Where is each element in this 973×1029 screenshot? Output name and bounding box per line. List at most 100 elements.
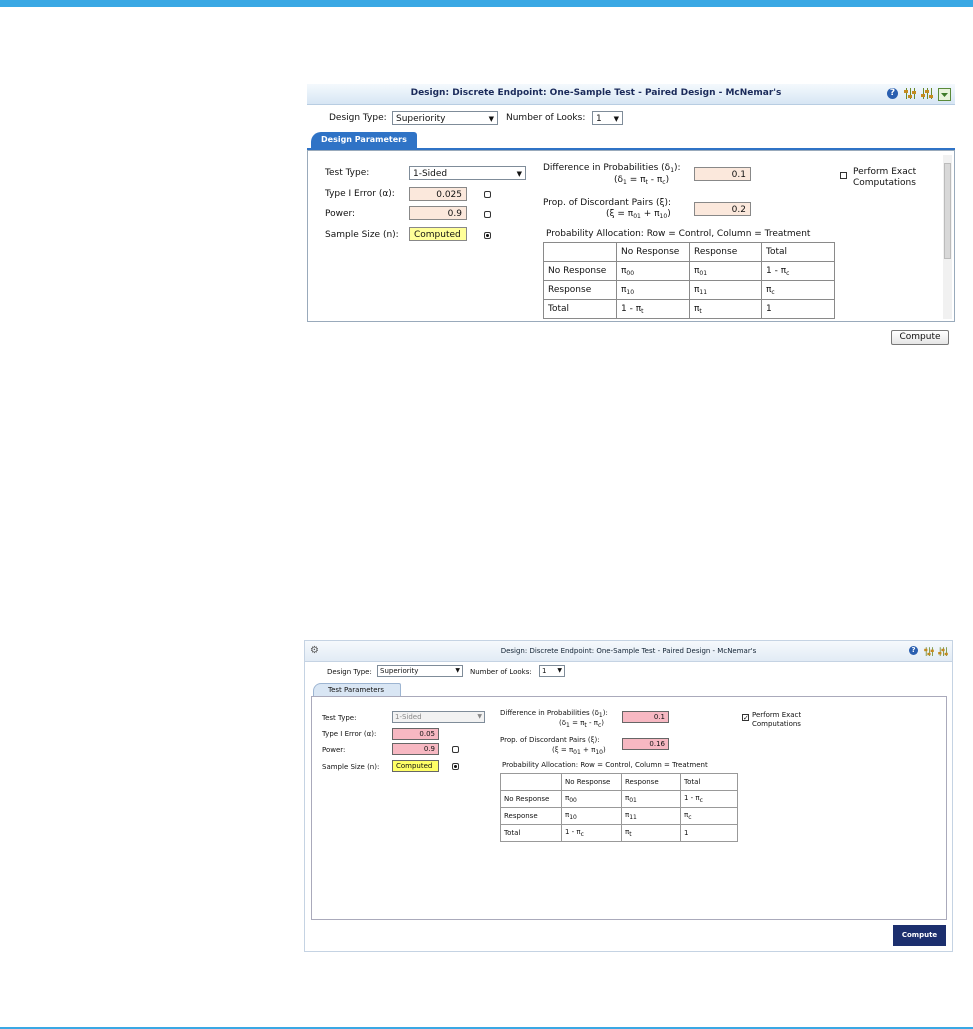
difference-probabilities-input[interactable]: 0.1 [694, 167, 751, 181]
download-icon[interactable] [938, 88, 951, 101]
sample-size-input[interactable]: Computed [392, 760, 439, 772]
difference-formula: (δ1 = πt - πc) [559, 719, 604, 729]
power-input[interactable]: 0.9 [409, 206, 467, 220]
design-parameters-body: Test Type: 1-Sided ▼ Type I Error (α): 0… [307, 150, 955, 322]
discordant-pairs-input[interactable]: 0.2 [694, 202, 751, 216]
perform-exact-checkbox[interactable]: ✓ [742, 714, 749, 722]
cell-text: 1 - π [621, 303, 642, 314]
table-cell: π11 [689, 280, 762, 300]
difference-label-end: ): [674, 163, 681, 173]
number-of-looks-select[interactable]: 1 ▼ [592, 111, 623, 125]
cell-subscript: c [688, 814, 692, 821]
compute-button[interactable]: Compute [893, 925, 946, 946]
formula-text: ) [601, 719, 604, 727]
test-type-select[interactable]: 1-Sided ▼ [409, 166, 526, 180]
chevron-down-icon: ▼ [557, 667, 562, 674]
design-type-label: Design Type: [327, 668, 372, 676]
cell-subscript: c [786, 269, 790, 277]
table-cell: πc [680, 807, 738, 825]
table-cell: π01 [621, 790, 681, 808]
design-panel-main: Design: Discrete Endpoint: One-Sample Te… [307, 84, 955, 346]
sample-size-radio[interactable] [484, 232, 491, 239]
design-type-value: Superiority [396, 114, 446, 124]
design-type-select[interactable]: Superiority ▼ [377, 665, 463, 677]
table-cell: 1 - πc [561, 824, 622, 842]
number-of-looks-label: Number of Looks: [506, 113, 586, 123]
row-label: No Response [543, 261, 617, 281]
type-i-error-input[interactable]: 0.05 [392, 728, 439, 740]
chevron-down-icon: ▼ [516, 170, 522, 178]
design-panel-secondary: ⚙ Design: Discrete Endpoint: One-Sample … [304, 640, 953, 952]
number-of-looks-select[interactable]: 1 ▼ [539, 665, 565, 677]
help-icon[interactable]: ? [887, 88, 898, 99]
power-label: Power: [325, 209, 356, 219]
difference-formula: (δ1 = πt - πc) [614, 175, 669, 186]
power-input[interactable]: 0.9 [392, 743, 439, 755]
formula-text: ) [665, 175, 670, 185]
perform-exact-label-line: Computations [853, 178, 916, 188]
top-accent-bar [0, 0, 973, 7]
test-type-label: Test Type: [325, 168, 370, 178]
sample-size-input[interactable]: Computed [409, 227, 467, 241]
row-label: Response [543, 280, 617, 300]
cell-subscript: c [580, 831, 584, 838]
sample-size-radio[interactable] [452, 763, 459, 770]
table-header-cell: No Response [561, 773, 622, 791]
tab-test-parameters[interactable]: Test Parameters [313, 683, 401, 696]
sliders-icon[interactable] [924, 647, 934, 657]
test-type-select[interactable]: 1-Sided ▼ [392, 711, 485, 723]
design-type-select[interactable]: Superiority ▼ [392, 111, 498, 125]
design-type-value: Superiority [380, 667, 419, 675]
table-cell: πc [761, 280, 835, 300]
test-parameters-body: Test Type: 1-Sided ▼ Type I Error (α): 0… [311, 696, 947, 920]
probability-allocation-table: No Response Response Total No Response π… [543, 242, 835, 319]
panel-titlebar: Design: Discrete Endpoint: One-Sample Te… [307, 84, 955, 105]
formula-text: (ξ = π [552, 746, 574, 754]
compute-button[interactable]: Compute [891, 330, 949, 345]
type-i-error-radio[interactable] [484, 191, 491, 198]
difference-probabilities-text: Difference in Probabilities (δ [543, 163, 671, 173]
difference-probabilities-input[interactable]: 0.1 [622, 711, 669, 723]
row-label: Total [543, 299, 617, 319]
type-i-error-input[interactable]: 0.025 [409, 187, 467, 201]
power-radio[interactable] [484, 211, 491, 218]
tab-design-parameters[interactable]: Design Parameters [311, 132, 417, 148]
panel-titlebar: ⚙ Design: Discrete Endpoint: One-Sample … [305, 641, 952, 662]
power-radio[interactable] [452, 746, 459, 753]
sliders-alt-icon[interactable] [938, 647, 948, 657]
power-label: Power: [322, 746, 346, 754]
table-cell: 1 - πt [616, 299, 690, 319]
table-cell: πt [621, 824, 681, 842]
table-header-row: No Response Response Total [500, 773, 738, 791]
cell-subscript: 01 [629, 797, 637, 804]
test-type-value: 1-Sided [413, 169, 448, 179]
cell-subscript: 11 [699, 288, 708, 296]
table-row: Total 1 - πc πt 1 [500, 824, 738, 842]
formula-text: (ξ = π [606, 209, 634, 219]
discordant-pairs-input[interactable]: 0.16 [622, 738, 669, 750]
sliders-alt-icon[interactable] [921, 88, 933, 100]
table-header-row: No Response Response Total [543, 242, 835, 262]
vertical-scrollbar[interactable] [943, 155, 952, 319]
cell-subscript: 00 [626, 269, 635, 277]
cell-text: 1 - π [565, 828, 581, 836]
cell-subscript: t [641, 307, 644, 315]
probability-allocation-caption: Probability Allocation: Row = Control, C… [502, 761, 708, 769]
table-header-cell [500, 773, 562, 791]
discordant-pairs-label: Prop. of Discordant Pairs (ξ): [500, 736, 600, 744]
type-i-error-label: Type I Error (α): [322, 730, 377, 738]
chevron-down-icon: ▼ [613, 115, 619, 123]
table-cell: πt [689, 299, 762, 319]
help-icon[interactable]: ? [909, 646, 918, 655]
perform-exact-checkbox[interactable] [840, 172, 847, 179]
perform-exact-label-line: Perform Exact [752, 711, 802, 719]
row-label: Response [500, 807, 562, 825]
scrollbar-thumb[interactable] [944, 163, 951, 259]
sample-size-label: Sample Size (n): [325, 230, 399, 240]
test-type-value: 1-Sided [395, 713, 422, 721]
sample-size-label: Sample Size (n): [322, 763, 380, 771]
number-of-looks-label: Number of Looks: [470, 668, 532, 676]
sliders-icon[interactable] [904, 88, 916, 100]
formula-text: (δ [614, 175, 624, 185]
table-row: No Response π00 π01 1 - πc [543, 261, 835, 281]
